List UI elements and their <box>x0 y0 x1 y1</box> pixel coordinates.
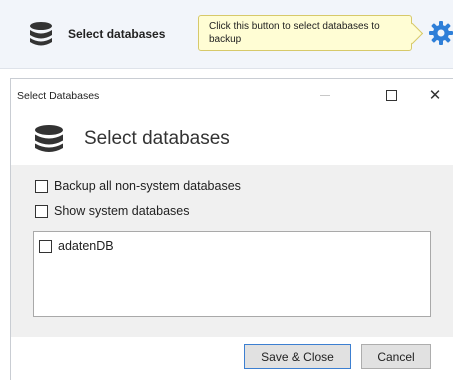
close-button[interactable]: ✕ <box>415 83 453 107</box>
tooltip-text: Click this button to select databases to… <box>198 15 412 51</box>
save-close-button[interactable]: Save & Close <box>244 344 351 369</box>
minimize-button[interactable] <box>305 83 345 107</box>
backup-all-label: Backup all non-system databases <box>54 179 241 193</box>
select-databases-dialog: Select Databases ✕ Select databases Back… <box>10 78 453 380</box>
dialog-window-title: Select Databases <box>17 90 100 102</box>
dialog-titlebar[interactable]: Select Databases ✕ <box>11 79 453 111</box>
tooltip: Click this button to select databases to… <box>198 15 412 51</box>
dialog-body: Backup all non-system databases Show sys… <box>11 165 453 337</box>
database-icon <box>30 22 52 46</box>
database-icon <box>35 125 63 152</box>
show-system-label: Show system databases <box>54 204 190 218</box>
close-icon: ✕ <box>428 86 442 104</box>
backup-all-checkbox[interactable] <box>35 179 48 193</box>
select-databases-button[interactable]: Select databases <box>14 14 194 54</box>
dialog-header-title: Select databases <box>84 128 230 149</box>
list-item[interactable]: adatenDB <box>39 239 114 253</box>
select-databases-label: Select databases <box>68 27 166 41</box>
show-system-checkbox[interactable] <box>35 204 48 218</box>
gear-icon[interactable] <box>428 20 453 46</box>
dialog-header: Select databases <box>11 111 453 163</box>
show-system-checkbox-row[interactable]: Show system databases <box>35 204 190 218</box>
minimize-icon <box>320 94 330 96</box>
maximize-icon <box>385 89 397 101</box>
database-checkbox[interactable] <box>39 239 52 253</box>
database-list[interactable]: adatenDB <box>33 231 431 317</box>
backup-all-checkbox-row[interactable]: Backup all non-system databases <box>35 179 241 193</box>
database-name: adatenDB <box>58 239 114 253</box>
cancel-button[interactable]: Cancel <box>361 344 431 369</box>
maximize-button[interactable] <box>371 83 411 107</box>
toolbar: Select databases Click this button to se… <box>0 0 453 69</box>
